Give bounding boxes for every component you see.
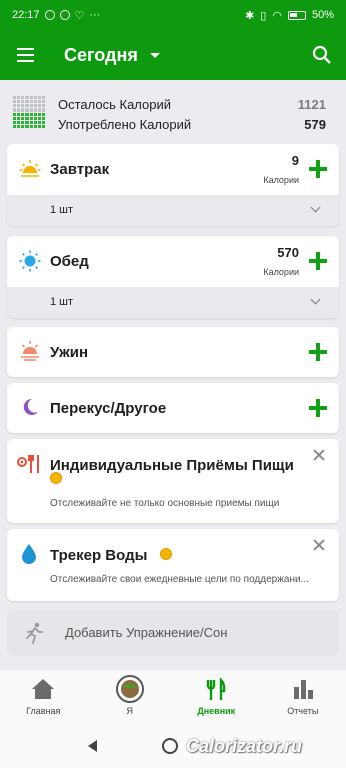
nav-profile[interactable]: Я bbox=[87, 670, 174, 724]
avatar-icon bbox=[115, 675, 144, 703]
meal-card-breakfast[interactable]: Завтрак 9 Калории 1 шт bbox=[7, 144, 339, 226]
system-navigation-bar: Calorizator.ru bbox=[0, 724, 346, 768]
premium-coin-icon bbox=[50, 472, 62, 484]
notification-icon bbox=[44, 10, 55, 20]
meal-calories-unit: Калории bbox=[263, 267, 299, 277]
remaining-calories-value: 1121 bbox=[297, 97, 326, 112]
chevron-down-icon[interactable] bbox=[310, 294, 321, 305]
add-food-button[interactable] bbox=[309, 343, 327, 361]
serving-label: 1 шт bbox=[50, 204, 74, 216]
meal-serving-row[interactable]: 1 шт bbox=[7, 195, 339, 226]
meal-name: Завтрак bbox=[50, 161, 110, 178]
add-food-button[interactable] bbox=[309, 399, 327, 417]
battery-icon bbox=[287, 10, 306, 20]
search-icon[interactable] bbox=[312, 45, 332, 65]
battery-percent: 50% bbox=[311, 9, 334, 21]
running-person-icon bbox=[26, 622, 43, 644]
nav-profile-label: Я bbox=[126, 706, 134, 716]
close-icon[interactable] bbox=[313, 539, 325, 551]
meal-serving-row[interactable]: 1 шт bbox=[7, 287, 339, 318]
nav-diary[interactable]: Дневник bbox=[173, 670, 260, 724]
meal-calories: 9 bbox=[291, 153, 299, 168]
moon-icon bbox=[23, 398, 38, 415]
meal-calories: 570 bbox=[277, 245, 299, 260]
fork-knife-gear-icon bbox=[17, 455, 39, 473]
vibrate-icon: ▯ bbox=[260, 9, 267, 22]
status-bar: 22:17 ♡ ··· ✱ ▯ ◠ 50% bbox=[0, 0, 346, 30]
home-icon bbox=[32, 679, 55, 699]
status-time: 22:17 bbox=[12, 9, 40, 21]
add-exercise-button[interactable]: Добавить Упражнение/Сон bbox=[7, 610, 339, 656]
close-icon[interactable] bbox=[313, 449, 325, 461]
water-tracker-title: Трекер Воды bbox=[50, 547, 148, 564]
date-title[interactable]: Сегодня bbox=[64, 45, 138, 66]
fork-knife-icon bbox=[207, 678, 226, 700]
add-food-button[interactable] bbox=[309, 252, 327, 270]
chevron-down-icon[interactable] bbox=[310, 202, 321, 213]
meal-card-dinner[interactable]: Ужин bbox=[7, 327, 339, 377]
remaining-calories-label: Осталось Калорий bbox=[58, 97, 172, 112]
home-button-icon[interactable] bbox=[162, 738, 178, 754]
menu-icon[interactable] bbox=[0, 30, 50, 80]
nav-home[interactable]: Главная bbox=[0, 670, 87, 724]
individual-meals-card[interactable]: Индивидуальные Приёмы Пищи Отслеживайте … bbox=[7, 439, 339, 523]
consumed-calories-value: 579 bbox=[304, 117, 326, 132]
sunrise-icon bbox=[19, 160, 41, 177]
notification-icon bbox=[59, 10, 70, 20]
meal-name: Перекус/Другое bbox=[50, 400, 167, 417]
heart-icon: ♡ bbox=[74, 9, 85, 22]
meal-name: Обед bbox=[50, 253, 89, 270]
individual-meals-subtitle: Отслеживайте не только основные приемы п… bbox=[50, 498, 280, 509]
premium-coin-icon bbox=[160, 548, 172, 560]
water-tracker-card[interactable]: Трекер Воды Отслеживайте свои ежедневные… bbox=[7, 529, 339, 601]
bar-chart-icon bbox=[293, 680, 313, 699]
watermark: Calorizator.ru bbox=[186, 736, 303, 756]
water-tracker-subtitle: Отслеживайте свои ежедневные цели по под… bbox=[50, 574, 309, 585]
calorie-summary[interactable]: Осталось Калорий 1121 Употреблено Калори… bbox=[0, 88, 346, 138]
nav-reports[interactable]: Отчеты bbox=[260, 670, 346, 724]
serving-label: 1 шт bbox=[50, 296, 74, 308]
date-dropdown-icon[interactable] bbox=[149, 52, 160, 58]
more-notifications-icon: ··· bbox=[89, 9, 101, 21]
meal-card-snack[interactable]: Перекус/Другое bbox=[7, 383, 339, 433]
bottom-navigation: Главная Я Дневник Отчеты bbox=[0, 670, 346, 724]
sun-icon bbox=[19, 250, 41, 272]
nav-home-label: Главная bbox=[26, 706, 61, 716]
nav-diary-label: Дневник bbox=[197, 706, 236, 716]
back-icon[interactable] bbox=[88, 740, 97, 752]
add-food-button[interactable] bbox=[309, 160, 327, 178]
nav-reports-label: Отчеты bbox=[287, 706, 319, 716]
meal-calories-unit: Калории bbox=[263, 175, 299, 185]
meal-card-lunch[interactable]: Обед 570 Калории 1 шт bbox=[7, 236, 339, 318]
meal-name: Ужин bbox=[50, 344, 89, 361]
wifi-icon: ◠ bbox=[272, 9, 282, 22]
individual-meals-title: Индивидуальные Приёмы Пищи bbox=[50, 457, 294, 474]
calorie-grid-icon bbox=[13, 96, 45, 128]
add-exercise-label: Добавить Упражнение/Сон bbox=[65, 625, 228, 640]
app-bar: Сегодня bbox=[0, 30, 346, 80]
water-drop-icon bbox=[22, 544, 36, 564]
sunset-icon bbox=[21, 341, 39, 361]
consumed-calories-label: Употреблено Калорий bbox=[58, 117, 192, 132]
bluetooth-icon: ✱ bbox=[245, 9, 255, 22]
